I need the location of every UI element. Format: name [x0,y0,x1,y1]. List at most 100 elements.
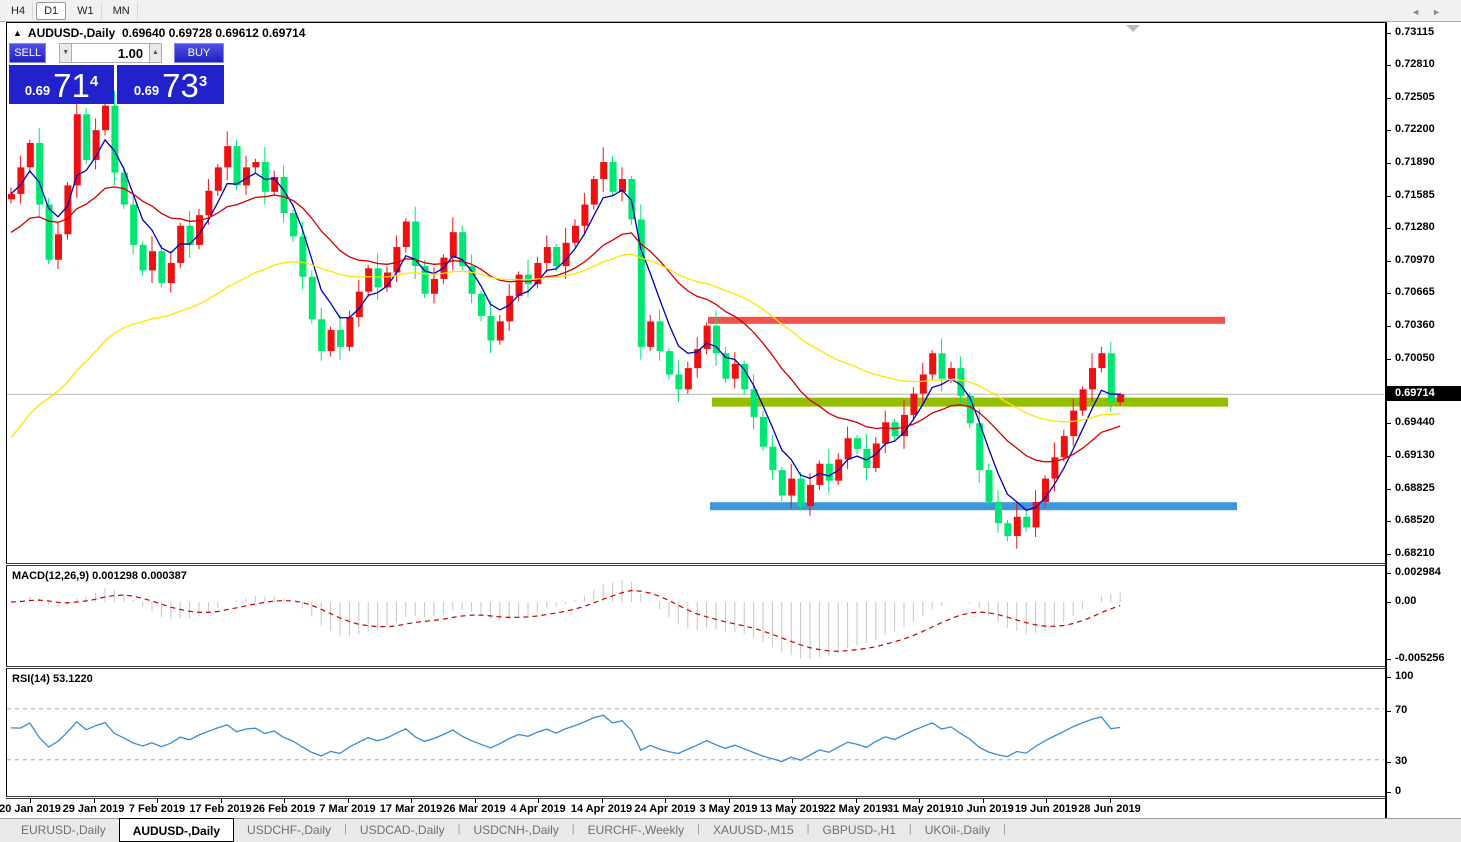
price-tick-label: 0.71280 [1395,220,1435,233]
price-tick-mark [1387,358,1391,360]
sell-price-display[interactable]: 0.69 71 4 [9,65,114,104]
chart-tab-audusd-daily[interactable]: AUDUSD-,Daily [118,818,235,842]
timeframe-toolbar: H4 D1 W1 MN [0,0,1461,22]
price-tick-label: 0.70360 [1395,318,1435,331]
date-tick-label: 7 Mar 2019 [319,803,376,815]
date-tick-label: 24 Apr 2019 [634,803,696,815]
macd-tick-mark [1387,602,1391,603]
date-tick-label: 19 Jun 2019 [1014,803,1078,815]
chart-ohlc-values: 0.69640 0.69728 0.69612 0.69714 [121,26,306,40]
chart-tab-ukoil-daily[interactable]: UKOil-,Daily [912,819,1003,842]
price-tick-label: 0.68520 [1395,514,1435,527]
chart-symbol-period: AUDUSD-,Daily [27,26,116,40]
date-tick-label: 4 Apr 2019 [510,803,566,815]
macd-tick-mark [1387,573,1391,574]
macd-label: MACD(12,26,9) 0.001298 0.000387 [12,570,187,582]
date-tick-label: 28 Jun 2019 [1078,803,1141,815]
tab-scroll-right-icon[interactable]: ► [1432,7,1453,17]
timeframe-button-mn[interactable]: MN [105,2,138,20]
price-tick-label: 0.72505 [1395,90,1435,103]
price-tick-mark [1387,325,1391,327]
ma-fast-line [10,138,1121,512]
price-tick-label: 0.70970 [1395,253,1435,266]
macd-tick-label: 0.002984 [1395,566,1441,578]
price-tick-mark [1387,293,1391,295]
timeframe-button-d1[interactable]: D1 [36,2,67,20]
timeframe-button-h4[interactable]: H4 [3,2,34,20]
date-tick-label: 31 May 2019 [886,803,952,815]
price-tick-label: 0.71890 [1395,156,1435,169]
price-tick-mark [1387,130,1391,132]
chart-tab-usdcad-daily[interactable]: USDCAD-,Daily [347,819,458,842]
chart-tab-usdchf-daily[interactable]: USDCHF-,Daily [234,819,344,842]
ma-slow-line [10,253,1121,439]
chart-title: ▲ AUDUSD-,Daily 0.69640 0.69728 0.69612 0… [13,26,305,40]
sell-price-pip: 4 [89,73,99,90]
rsi-tick-label: 100 [1395,670,1414,682]
buy-price-prefix: 0.69 [133,83,160,98]
sell-button[interactable]: SELL [9,43,47,63]
volume-increase-button[interactable]: ▲ [149,43,162,63]
chart-tab-usdcnh-daily[interactable]: USDCNH-,Daily [460,819,571,842]
price-tick-mark [1387,488,1391,490]
sell-price-prefix: 0.69 [24,83,51,98]
date-tick-label: 14 Apr 2019 [570,803,633,815]
price-tick-mark [1387,456,1391,458]
tab-scroll-left-icon[interactable]: ◄ [1411,7,1432,17]
macd-signal-line [10,589,1121,652]
price-tick-mark [1387,33,1391,34]
date-tick-label: 10 Jun 2019 [951,803,1014,815]
chart-tab-xauusd-m15[interactable]: XAUUSD-,M15 [700,819,807,842]
price-tick-label: 0.70665 [1395,286,1435,299]
price-tick-mark [1387,195,1391,197]
price-axis[interactable]: 0.73115 0.72810 0.72505 0.72200 0.71890 0.715… [1385,22,1461,818]
date-tick-label: 17 Mar 2019 [379,803,443,815]
price-tick-mark [1387,554,1391,555]
date-axis[interactable]: 20 Jan 2019 29 Jan 2019 7 Feb 2019 17 Feb 2… [0,799,1385,818]
rsi-indicator-canvas[interactable] [6,669,1385,796]
date-tick-label: 29 Jan 2019 [62,803,125,815]
buy-price-display[interactable]: 0.69 73 3 [117,65,224,104]
trading-terminal-window: H4 D1 W1 MN ▲ AUDUSD-,Daily 0.69640 0.69728 … [0,0,1461,842]
price-tick-label: 0.73115 [1395,26,1435,38]
date-tick-label: 3 May 2019 [699,803,758,815]
timeframe-button-w1[interactable]: W1 [69,2,102,20]
price-tick-label: 0.68210 [1395,547,1435,559]
date-tick-label: 13 May 2019 [759,803,825,815]
rsi-tick-label: 0 [1395,785,1402,797]
chart-tab-eurchf-weekly[interactable]: EURCHF-,Weekly [575,819,697,842]
tab-separator: | [1003,823,1006,835]
rsi-tick-label: 70 [1395,704,1408,716]
current-price-badge: 0.69714 [1387,386,1461,402]
date-tick-label: 26 Feb 2019 [252,803,316,815]
spin-up-icon: ▲ [152,49,159,56]
price-tick-label: 0.68825 [1395,481,1435,494]
chart-tab-gbpusd-h1[interactable]: GBPUSD-,H1 [810,819,909,842]
price-tick-mark [1387,65,1391,67]
rsi-tick-mark [1387,762,1391,763]
rsi-tick-mark [1387,792,1391,793]
symbol-tab-bar: EURUSD-,Daily AUDUSD-,Daily USDCHF-,Daily |… [0,818,1461,842]
price-tick-mark [1387,163,1391,165]
macd-tick-label: -0.005256 [1395,652,1445,664]
price-tick-label: 0.72810 [1395,58,1435,71]
resistance-line[interactable] [708,316,1225,324]
rsi-tick-label: 30 [1395,755,1408,767]
spin-down-icon: ▼ [62,49,70,56]
sell-price-big: 71 [53,67,90,104]
price-tick-mark [1387,260,1391,262]
volume-input[interactable] [72,43,150,63]
macd-indicator-canvas[interactable] [6,566,1385,666]
support-line[interactable] [710,502,1237,511]
chart-tab-eurusd-daily[interactable]: EURUSD-,Daily [8,819,119,842]
date-tick-label: 7 Feb 2019 [128,803,186,815]
macd-tick-label: 0.00 [1395,595,1417,607]
scroll-to-end-icon[interactable] [1126,25,1140,32]
volume-decrease-button[interactable]: ▼ [59,43,73,63]
price-tick-label: 0.72200 [1395,123,1435,136]
rsi-tick-mark [1387,711,1391,712]
price-tick-mark [1387,227,1391,229]
price-tick-label: 0.71585 [1395,188,1435,201]
collapse-chart-icon[interactable]: ▲ [13,28,22,38]
buy-button[interactable]: BUY [173,43,224,63]
